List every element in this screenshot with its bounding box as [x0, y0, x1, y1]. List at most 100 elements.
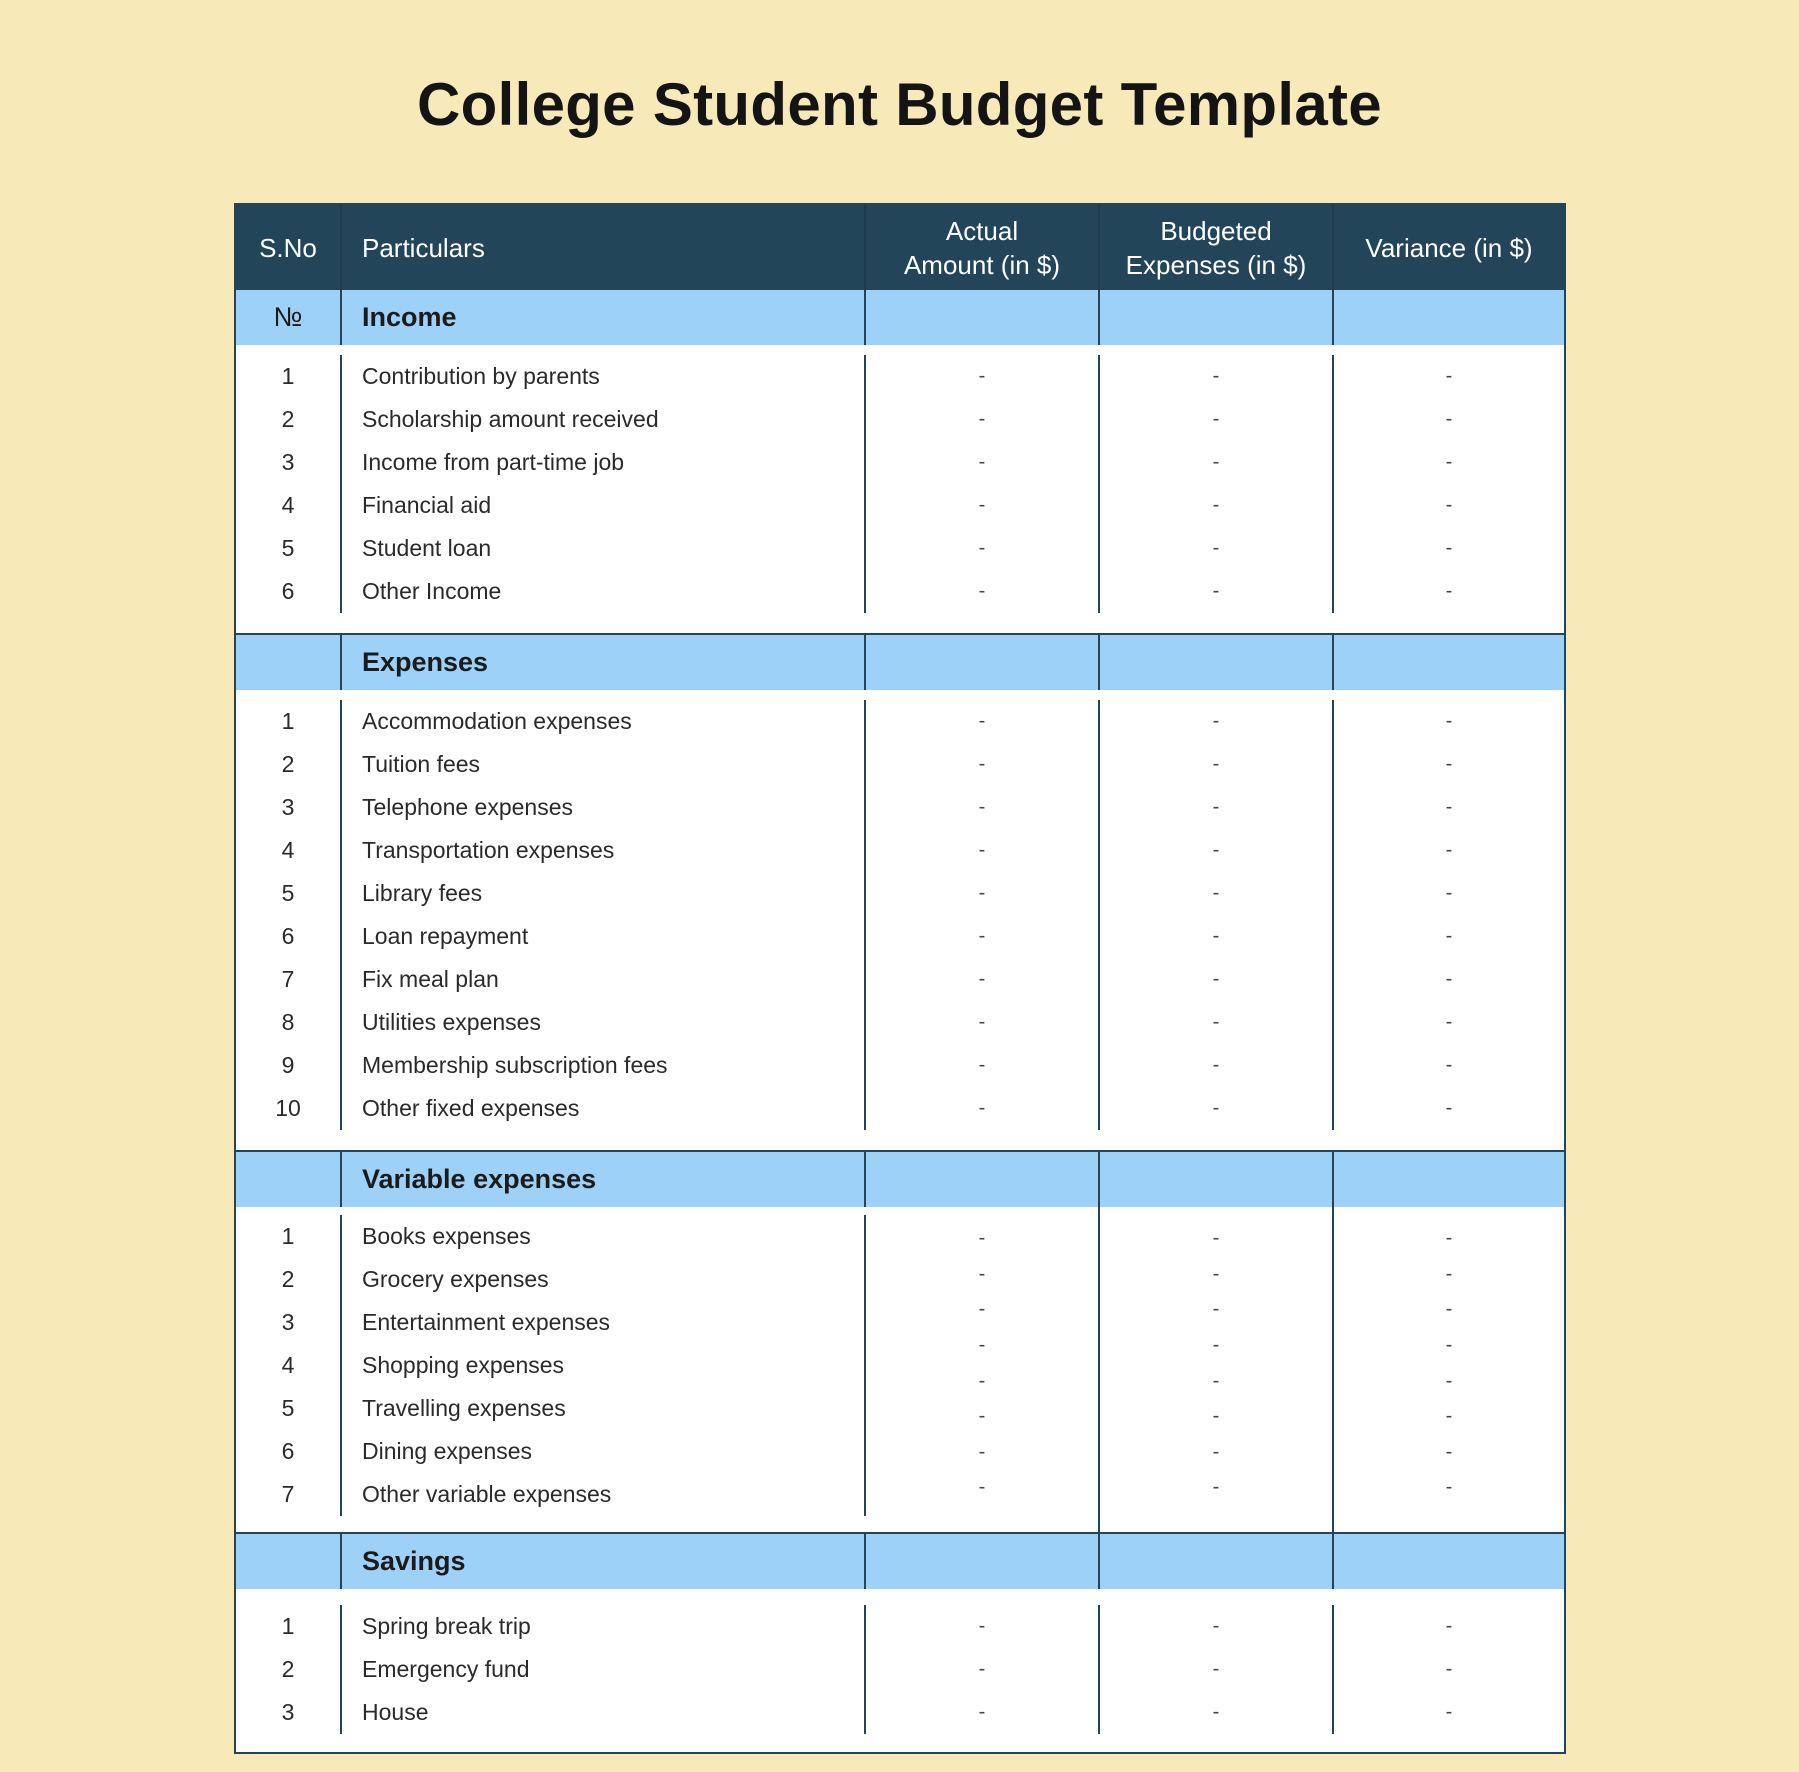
value-budgeted[interactable]: -: [1213, 1363, 1220, 1399]
row-actual-amount[interactable]: -: [866, 743, 1100, 786]
value-variance[interactable]: -: [1446, 1363, 1453, 1399]
row-sno[interactable]: 2: [236, 398, 342, 441]
row-sno[interactable]: 3: [236, 441, 342, 484]
value-budgeted[interactable]: -: [1213, 1292, 1220, 1328]
value-budgeted[interactable]: -: [1213, 1221, 1220, 1257]
row-particular[interactable]: Income from part-time job: [342, 441, 866, 484]
row-actual-amount[interactable]: -: [866, 1044, 1100, 1087]
row-particular[interactable]: Scholarship amount received: [342, 398, 866, 441]
value-budgeted[interactable]: -: [1213, 1328, 1220, 1364]
row-budgeted-expense[interactable]: -: [1100, 1001, 1334, 1044]
row-variance[interactable]: -: [1334, 355, 1564, 398]
value-actual[interactable]: -: [979, 1363, 986, 1399]
row-actual-amount[interactable]: -: [866, 1691, 1100, 1734]
value-actual[interactable]: -: [979, 1470, 986, 1506]
row-budgeted-expense[interactable]: -: [1100, 786, 1334, 829]
row-variance[interactable]: -: [1334, 484, 1564, 527]
row-actual-amount[interactable]: -: [866, 872, 1100, 915]
row-particular[interactable]: Spring break trip: [342, 1605, 866, 1648]
row-sno[interactable]: 6: [236, 570, 342, 613]
row-budgeted-expense[interactable]: -: [1100, 527, 1334, 570]
row-particular[interactable]: Transportation expenses: [342, 829, 866, 872]
row-variance[interactable]: -: [1334, 743, 1564, 786]
value-actual[interactable]: -: [979, 1221, 986, 1257]
row-budgeted-expense[interactable]: -: [1100, 1648, 1334, 1691]
row-budgeted-expense[interactable]: -: [1100, 1605, 1334, 1648]
row-actual-amount[interactable]: -: [866, 527, 1100, 570]
row-actual-amount[interactable]: -: [866, 570, 1100, 613]
row-budgeted-expense[interactable]: -: [1100, 441, 1334, 484]
row-actual-amount[interactable]: -: [866, 441, 1100, 484]
row-actual-amount[interactable]: -: [866, 958, 1100, 1001]
row-actual-amount[interactable]: -: [866, 1605, 1100, 1648]
row-particular[interactable]: Library fees: [342, 872, 866, 915]
row-budgeted-expense[interactable]: -: [1100, 398, 1334, 441]
row-particular[interactable]: Emergency fund: [342, 1648, 866, 1691]
row-actual-amount[interactable]: -: [866, 398, 1100, 441]
row-actual-amount[interactable]: -: [866, 915, 1100, 958]
value-variance[interactable]: -: [1446, 1221, 1453, 1257]
row-actual-amount[interactable]: -: [866, 1087, 1100, 1130]
row-sno[interactable]: 6: [236, 915, 342, 958]
row-particular[interactable]: Utilities expenses: [342, 1001, 866, 1044]
row-sno[interactable]: 5: [236, 872, 342, 915]
row-sno[interactable]: 2: [236, 1648, 342, 1691]
row-variance[interactable]: -: [1334, 1001, 1564, 1044]
row-budgeted-expense[interactable]: -: [1100, 1691, 1334, 1734]
row-sno[interactable]: 2: [236, 743, 342, 786]
row-variance[interactable]: -: [1334, 700, 1564, 743]
row-sno[interactable]: 1: [236, 1605, 342, 1648]
row-sno[interactable]: 1: [236, 355, 342, 398]
row-particular[interactable]: Other Income: [342, 570, 866, 613]
row-actual-amount[interactable]: -: [866, 700, 1100, 743]
row-variance[interactable]: -: [1334, 829, 1564, 872]
row-sno[interactable]: 9: [236, 1044, 342, 1087]
row-sno[interactable]: 8: [236, 1001, 342, 1044]
row-variance[interactable]: -: [1334, 527, 1564, 570]
row-variance[interactable]: -: [1334, 958, 1564, 1001]
row-budgeted-expense[interactable]: -: [1100, 743, 1334, 786]
value-actual[interactable]: -: [979, 1435, 986, 1471]
row-budgeted-expense[interactable]: -: [1100, 484, 1334, 527]
value-actual[interactable]: -: [979, 1292, 986, 1328]
row-particular[interactable]: House: [342, 1691, 866, 1734]
row-variance[interactable]: -: [1334, 872, 1564, 915]
row-sno[interactable]: 4: [236, 484, 342, 527]
row-sno[interactable]: 3: [236, 786, 342, 829]
row-sno[interactable]: 4: [236, 829, 342, 872]
row-budgeted-expense[interactable]: -: [1100, 829, 1334, 872]
row-variance[interactable]: -: [1334, 786, 1564, 829]
row-particular[interactable]: Financial aid: [342, 484, 866, 527]
value-budgeted[interactable]: -: [1213, 1470, 1220, 1506]
row-actual-amount[interactable]: -: [866, 484, 1100, 527]
row-particular[interactable]: Contribution by parents: [342, 355, 866, 398]
row-budgeted-expense[interactable]: -: [1100, 1087, 1334, 1130]
value-budgeted[interactable]: -: [1213, 1435, 1220, 1471]
value-variance[interactable]: -: [1446, 1435, 1453, 1471]
value-budgeted[interactable]: -: [1213, 1257, 1220, 1293]
row-actual-amount[interactable]: -: [866, 1001, 1100, 1044]
row-particular[interactable]: Fix meal plan: [342, 958, 866, 1001]
row-variance[interactable]: -: [1334, 1648, 1564, 1691]
row-particular[interactable]: Student loan: [342, 527, 866, 570]
row-variance[interactable]: -: [1334, 1087, 1564, 1130]
row-budgeted-expense[interactable]: -: [1100, 872, 1334, 915]
row-variance[interactable]: -: [1334, 441, 1564, 484]
row-budgeted-expense[interactable]: -: [1100, 1044, 1334, 1087]
row-particular[interactable]: Tuition fees: [342, 743, 866, 786]
row-particular[interactable]: Loan repayment: [342, 915, 866, 958]
row-sno[interactable]: 10: [236, 1087, 342, 1130]
value-actual[interactable]: -: [979, 1257, 986, 1293]
value-actual[interactable]: -: [979, 1328, 986, 1364]
value-variance[interactable]: -: [1446, 1328, 1453, 1364]
row-variance[interactable]: -: [1334, 1044, 1564, 1087]
row-actual-amount[interactable]: -: [866, 355, 1100, 398]
row-actual-amount[interactable]: -: [866, 1648, 1100, 1691]
value-actual[interactable]: -: [979, 1399, 986, 1435]
row-particular[interactable]: Membership subscription fees: [342, 1044, 866, 1087]
row-particular[interactable]: Other fixed expenses: [342, 1087, 866, 1130]
row-actual-amount[interactable]: -: [866, 829, 1100, 872]
row-sno[interactable]: 1: [236, 700, 342, 743]
row-sno[interactable]: 3: [236, 1691, 342, 1734]
row-variance[interactable]: -: [1334, 1605, 1564, 1648]
